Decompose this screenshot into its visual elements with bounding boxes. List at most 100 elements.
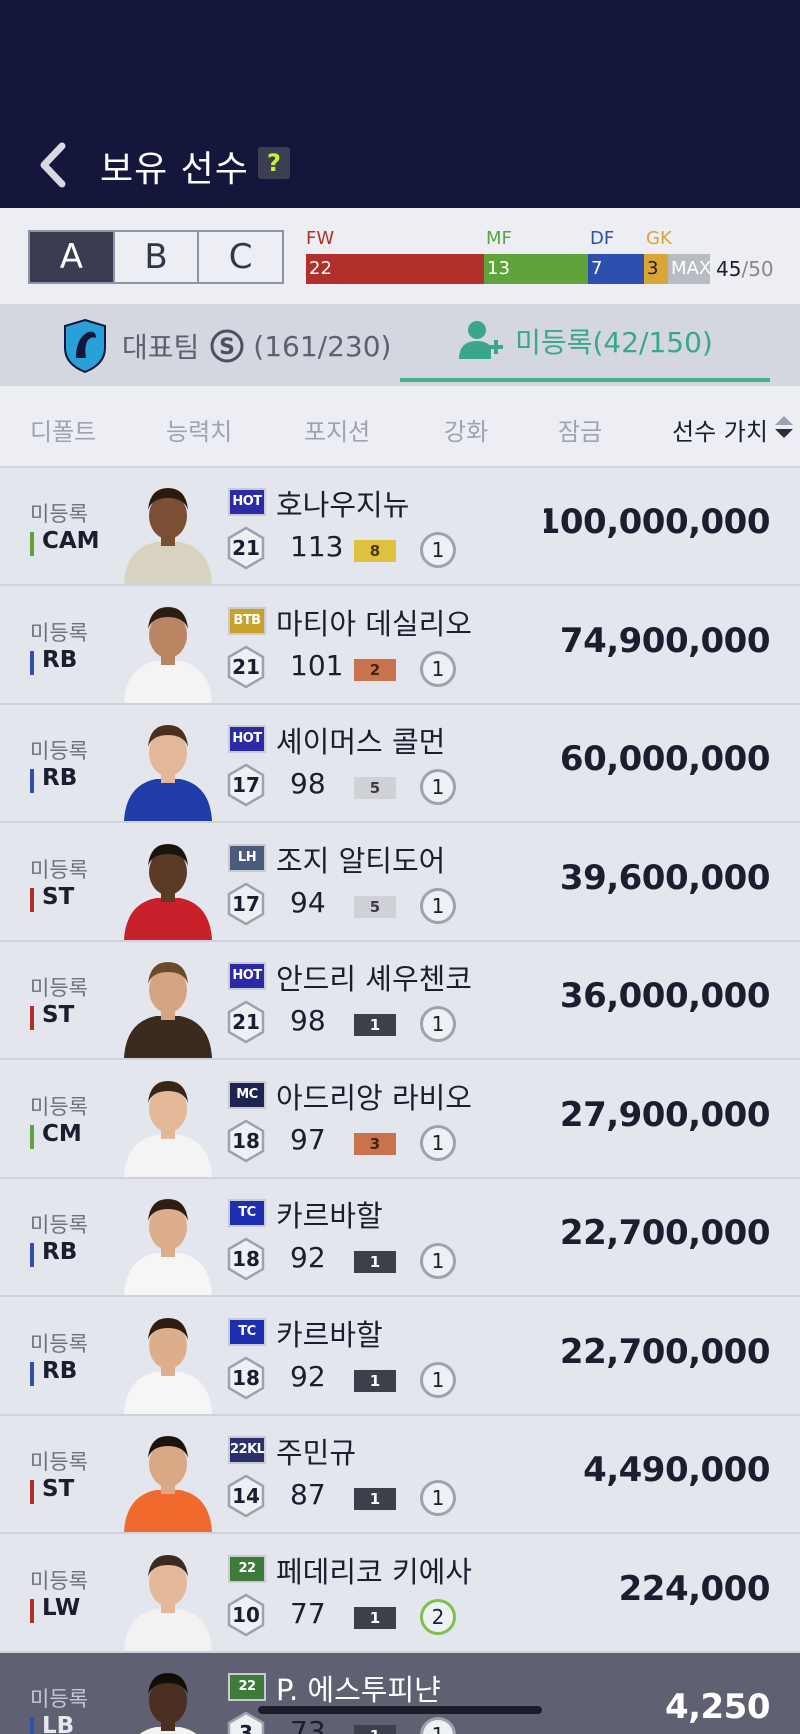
player-pay: 14 xyxy=(232,1484,260,1508)
position-color-bar xyxy=(30,1243,34,1267)
enhance-grade-badge: 1 xyxy=(354,1369,396,1392)
player-photo xyxy=(124,725,212,821)
player-level-badge: 1 xyxy=(420,1717,456,1734)
representative-team-label: 대표팀 xyxy=(122,331,200,364)
squad-total: 45/50 xyxy=(716,254,774,284)
squad-a-button[interactable]: A xyxy=(30,232,115,282)
sort-lock[interactable]: 잠금 xyxy=(558,412,602,447)
player-value: 60,000,000 xyxy=(559,739,771,779)
position-color-bar xyxy=(30,1006,34,1030)
gk-label: GK xyxy=(646,228,672,249)
season-badge: HOT xyxy=(228,725,266,753)
registration-status: 미등록 xyxy=(30,1213,88,1237)
squad-summary-bar: A B C FW MF DF GK 22 13 7 3 MAX 45/50 xyxy=(0,208,800,304)
player-level-badge: 1 xyxy=(420,887,456,924)
player-name: 셰이머스 콜먼 xyxy=(276,725,446,759)
team-tabs: 대표팀 S (161/230) 미등록(42/150) xyxy=(0,304,800,386)
enhance-grade-badge: 5 xyxy=(354,895,396,918)
player-name: 주민규 xyxy=(276,1436,357,1470)
squad-c-button[interactable]: C xyxy=(199,232,282,282)
player-position: RB xyxy=(30,1358,77,1386)
registration-status: 미등록 xyxy=(30,1450,88,1474)
player-pay: 18 xyxy=(232,1128,260,1153)
sort-ability[interactable]: 능력치 xyxy=(166,412,232,447)
enhance-grade-badge: 3 xyxy=(354,1132,396,1155)
player-row[interactable]: 미등록 ST LH 조지 알티도어 17 94 5 1 39,600,000 xyxy=(0,823,800,942)
season-badge: HOT xyxy=(228,962,266,990)
player-overall: 98 xyxy=(290,767,326,800)
position-color-bar xyxy=(30,1598,34,1623)
season-badge: BTB xyxy=(228,606,266,635)
registration-status: 미등록 xyxy=(30,502,88,526)
help-icon[interactable]: ? xyxy=(258,147,290,179)
player-overall: 87 xyxy=(290,1478,326,1511)
squad-b-button[interactable]: B xyxy=(115,232,200,282)
registration-status: 미등록 xyxy=(30,620,88,645)
sort-direction-icon[interactable] xyxy=(774,414,794,440)
mf-count: 13 xyxy=(484,254,588,284)
player-position: LW xyxy=(30,1594,81,1623)
player-row[interactable]: 미등록 ST HOT 안드리 셰우첸코 21 98 1 1 36,000,000 xyxy=(0,942,800,1060)
player-row[interactable]: 미등록 RB TC 카르바할 18 92 1 1 22,700,000 xyxy=(0,1297,800,1416)
position-label: CM xyxy=(42,1120,82,1147)
player-row[interactable]: 미등록 ST 22KL 주민규 14 87 1 1 4,490,000 xyxy=(0,1416,800,1534)
position-label: RB xyxy=(42,765,78,791)
player-level-badge: 2 xyxy=(420,1598,456,1635)
svg-text:S: S xyxy=(219,335,235,360)
player-name: 아드리앙 라비오 xyxy=(276,1080,472,1115)
df-label: DF xyxy=(590,228,615,249)
player-value: 49,100,000,000 xyxy=(544,502,770,542)
player-row[interactable]: 미등록 CAM HOT 호나우지뉴 21 113 8 1 49,100,000,… xyxy=(0,468,800,586)
season-badge: TC xyxy=(228,1317,266,1346)
player-level-badge: 1 xyxy=(420,650,456,687)
player-list: 미등록 CAM HOT 호나우지뉴 21 113 8 1 49,100,000,… xyxy=(0,468,800,1734)
sort-position[interactable]: 포지션 xyxy=(304,412,370,447)
player-overall: 113 xyxy=(290,530,344,563)
season-badge: 22 xyxy=(228,1554,266,1583)
back-arrow-icon[interactable] xyxy=(34,140,74,190)
registration-status: 미등록 xyxy=(30,976,88,1000)
position-color-bar xyxy=(30,1717,34,1734)
enhance-grade-badge: 1 xyxy=(354,1014,396,1036)
tab-unregistered[interactable]: 미등록(42/150) xyxy=(400,304,770,382)
player-pay: 3 xyxy=(239,1721,253,1734)
sort-enhance[interactable]: 강화 xyxy=(444,412,488,447)
player-value: 27,900,000 xyxy=(559,1094,771,1135)
tab-representative-team[interactable]: 대표팀 S (161/230) xyxy=(62,316,391,376)
player-row[interactable]: 미등록 RB BTB 마티아 데실리오 21 101 2 1 74,900,00… xyxy=(0,586,800,705)
player-position: ST xyxy=(30,884,74,912)
team-shield-icon xyxy=(64,318,106,374)
player-photo xyxy=(124,1436,212,1532)
player-pay: 17 xyxy=(232,891,260,916)
player-row[interactable]: 미등록 RB HOT 셰이머스 콜먼 17 98 5 1 60,000,000 xyxy=(0,705,800,823)
enhance-grade-badge: 5 xyxy=(354,777,396,799)
sort-bar: 디폴트 능력치 포지션 강화 잠금 선수 가치 xyxy=(0,386,800,468)
position-color-bar xyxy=(30,532,34,556)
position-label: CAM xyxy=(42,528,100,554)
position-color-bar xyxy=(30,650,34,675)
enhance-grade-badge: 2 xyxy=(354,658,396,681)
position-color-bar xyxy=(30,887,34,912)
player-level-badge: 1 xyxy=(420,1124,456,1161)
player-photo xyxy=(124,1554,212,1651)
player-position: LB xyxy=(30,1713,74,1734)
season-badge: MC xyxy=(228,1080,266,1109)
player-value: 74,900,000 xyxy=(559,620,771,661)
player-row[interactable]: 미등록 RB TC 카르바할 18 92 1 1 22,700,000 xyxy=(0,1179,800,1297)
player-name: 마티아 데실리오 xyxy=(276,606,472,641)
player-value: 4,250 xyxy=(664,1687,771,1727)
sort-default[interactable]: 디폴트 xyxy=(30,412,96,447)
player-row[interactable]: 미등록 LW 22 페데리코 키에사 10 77 1 2 224,000 xyxy=(0,1534,800,1653)
player-level-badge: 1 xyxy=(420,1006,456,1042)
player-photo xyxy=(139,1673,197,1734)
player-photo xyxy=(124,1199,212,1295)
sort-player-value[interactable]: 선수 가치 xyxy=(672,412,768,447)
player-row[interactable]: 미등록 LB 22 P. 에스투피냔 3 73 1 1 4,250 xyxy=(0,1653,800,1734)
player-photo xyxy=(124,488,212,584)
player-row[interactable]: 미등록 CM MC 아드리앙 라비오 18 97 3 1 27,900,000 xyxy=(0,1060,800,1179)
position-label: LW xyxy=(42,1594,81,1621)
squad-total-count: 45 xyxy=(716,257,742,281)
player-value: 22,700,000 xyxy=(559,1331,771,1372)
user-add-icon xyxy=(459,321,504,359)
squad-selector: A B C xyxy=(28,230,284,284)
